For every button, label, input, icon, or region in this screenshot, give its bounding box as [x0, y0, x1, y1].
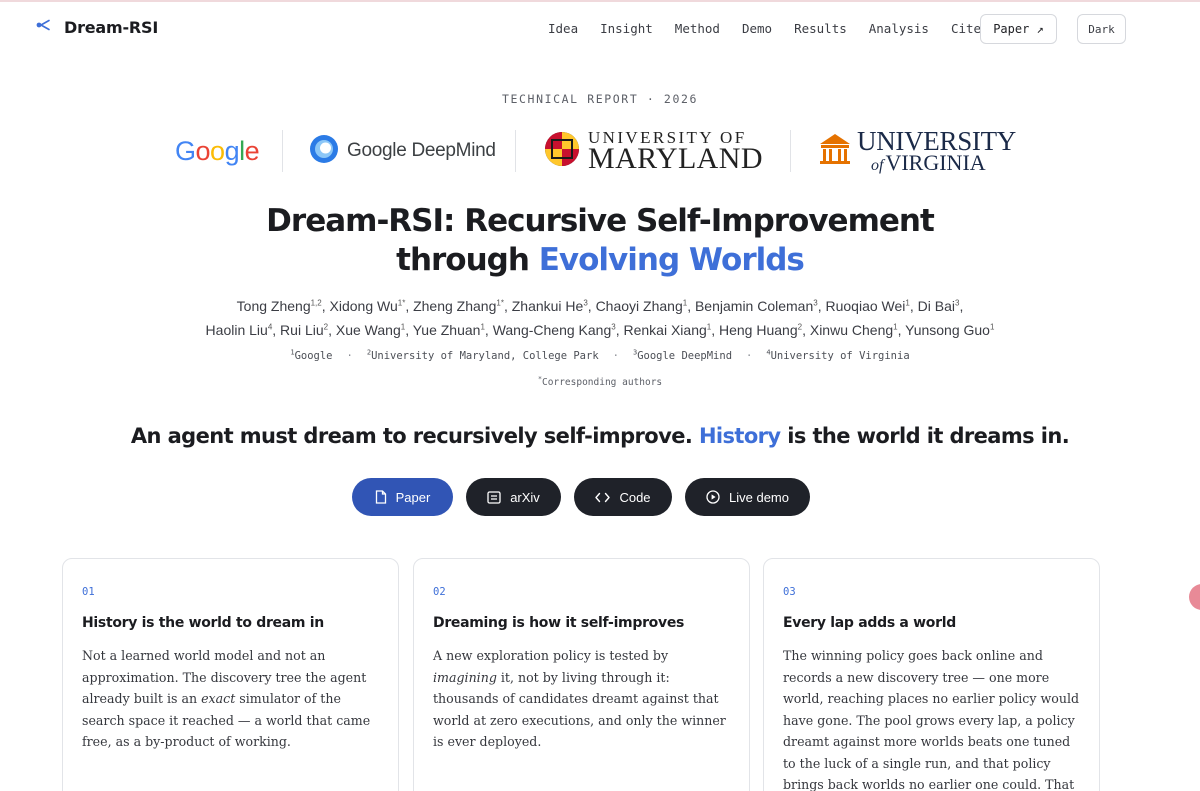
author-name: Benjamin Coleman3: [694, 298, 818, 314]
uva-logo: UNIVERSITY ofVIRGINIA: [817, 126, 1016, 176]
author-name: Yunsong Guo1: [905, 322, 995, 338]
brand-logo-icon: [36, 18, 54, 37]
author-name: Zheng Zhang1*: [413, 298, 504, 314]
author-name: Xue Wang1: [335, 322, 406, 338]
umd-wordmark: UNIVERSITY OF MARYLAND: [588, 127, 763, 175]
author-name: Xidong Wu1*: [329, 298, 406, 314]
author-name: Chaoyi Zhang1: [595, 298, 688, 314]
author-name: Rui Liu2: [280, 322, 329, 338]
logo-divider: [515, 130, 516, 172]
card-body: Not a learned world model and not an app…: [82, 648, 371, 749]
document-icon: [375, 490, 387, 504]
card-number: 01: [82, 586, 95, 598]
affiliation: 4University of Virginia: [766, 348, 910, 362]
nav-link-results[interactable]: Results: [794, 21, 847, 36]
affiliation: 1Google: [290, 348, 333, 362]
author-name: Heng Huang2: [719, 322, 803, 338]
dark-mode-toggle[interactable]: Dark: [1077, 14, 1126, 44]
deepmind-mark-icon: [309, 134, 339, 169]
nav-link-demo[interactable]: Demo: [742, 21, 772, 36]
author-list: Tong Zheng1,2, Xidong Wu1*, Zheng Zhang1…: [205, 298, 995, 338]
author-name: Ruoqiao Wei1: [825, 298, 910, 314]
author-name: Yue Zhuan1: [412, 322, 485, 338]
corresponding-note: *Corresponding authors: [537, 374, 663, 388]
tagline-accent: History: [698, 424, 781, 448]
arxiv-button[interactable]: arXiv: [466, 478, 561, 516]
google-wordmark: Google: [175, 135, 260, 166]
uva-wordmark: UNIVERSITY ofVIRGINIA: [857, 126, 1016, 175]
nav-links: Idea Insight Method Demo Results Analysi…: [548, 21, 1003, 36]
affiliation: 3Google DeepMind: [632, 348, 733, 362]
idea-card-1: 01 History is the world to dream in Not …: [62, 558, 399, 791]
logo-divider: [790, 130, 791, 172]
brand-title: Dream-RSI: [64, 18, 159, 37]
google-logo: Google: [175, 126, 260, 176]
paper-nav-button[interactable]: Paper ↗: [980, 14, 1057, 44]
umd-seal-icon: [544, 130, 580, 173]
brand[interactable]: Dream-RSI: [36, 18, 158, 37]
affiliation-list: 1Google · 2University of Maryland, College…: [290, 348, 910, 362]
nav-link-analysis[interactable]: Analysis: [869, 21, 929, 36]
tagline: An agent must dream to recursively self-…: [130, 424, 1070, 448]
nav-link-idea[interactable]: Idea: [548, 21, 578, 36]
card-number: 03: [783, 586, 796, 598]
nav-link-insight[interactable]: Insight: [600, 21, 653, 36]
author-name: Wang-Cheng Kang3: [492, 322, 616, 338]
nav-link-cite[interactable]: Cite: [951, 21, 981, 36]
author-name: Haolin Liu4: [205, 322, 273, 338]
play-circle-icon: [706, 490, 720, 504]
rotunda-icon: [817, 132, 853, 171]
report-eyebrow: TECHNICAL REPORT · 2026: [501, 92, 699, 106]
live-demo-button[interactable]: Live demo: [685, 478, 810, 516]
card-body: A new exploration policy is tested by im…: [433, 648, 726, 749]
action-buttons: Paper arXiv Code Live demo: [0, 478, 1200, 516]
card-body: The winning policy goes back online and …: [783, 648, 1080, 791]
logo-divider: [282, 130, 283, 172]
archive-icon: [487, 490, 501, 504]
floating-action-button[interactable]: [1189, 584, 1200, 610]
title-accent: Evolving Worlds: [538, 242, 805, 278]
author-name: Renkai Xiang1: [623, 322, 712, 338]
idea-card-2: 02 Dreaming is how it self-improves A ne…: [413, 558, 750, 791]
author-name: Xinwu Cheng1: [809, 322, 898, 338]
code-button[interactable]: Code: [574, 478, 672, 516]
author-name: Di Bai3: [917, 298, 960, 314]
deepmind-wordmark: Google DeepMind: [347, 140, 496, 161]
idea-card-3: 03 Every lap adds a world The winning po…: [763, 558, 1100, 791]
deepmind-logo: Google DeepMind: [309, 126, 496, 176]
affiliation: 2University of Maryland, College Park: [366, 348, 599, 362]
card-title: Dreaming is how it self-improves: [433, 615, 685, 631]
card-title: History is the world to dream in: [82, 615, 324, 631]
card-title: Every lap adds a world: [783, 615, 956, 631]
paper-button[interactable]: Paper: [352, 478, 453, 516]
code-icon: [595, 492, 611, 503]
card-number: 02: [433, 586, 446, 598]
author-name: Zhankui He3: [511, 298, 588, 314]
top-navigation: Dream-RSI Idea Insight Method Demo Resul…: [0, 2, 1200, 58]
page-title: Dream-RSI: Recursive Self-Improvement th…: [266, 203, 935, 278]
institution-logos: Google Google DeepMind UNIVERSITY OF MAR…: [0, 126, 1200, 176]
nav-link-method[interactable]: Method: [675, 21, 720, 36]
author-name: Tong Zheng1,2: [236, 298, 322, 314]
umd-logo: UNIVERSITY OF MARYLAND: [544, 126, 763, 176]
